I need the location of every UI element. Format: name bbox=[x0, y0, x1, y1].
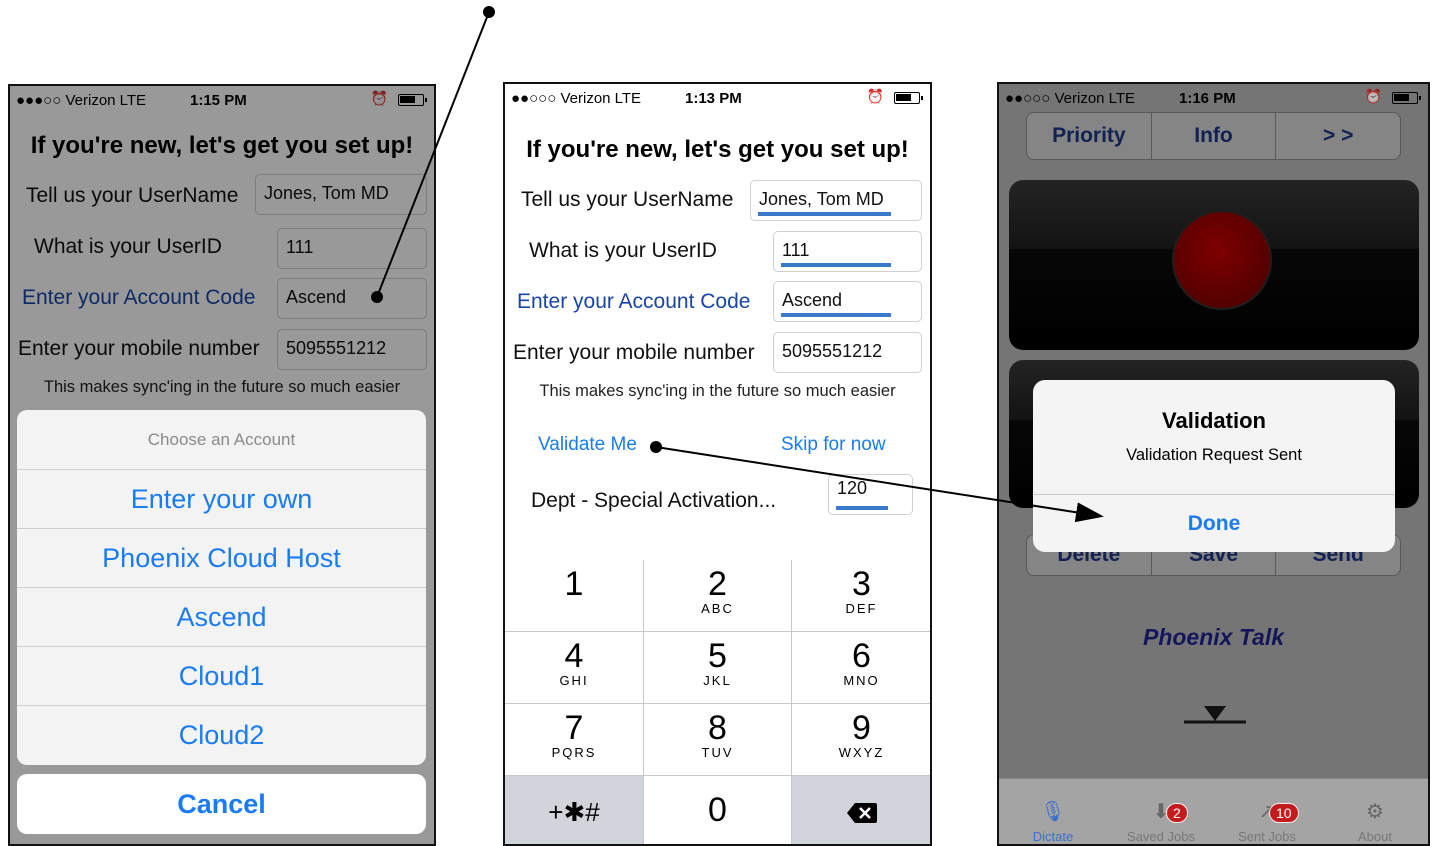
annotation-layer bbox=[371, 6, 1104, 523]
annotation-arrow-validate bbox=[655, 446, 1104, 523]
annotation-dot-account bbox=[371, 291, 383, 303]
annotation-line-account bbox=[376, 11, 490, 298]
